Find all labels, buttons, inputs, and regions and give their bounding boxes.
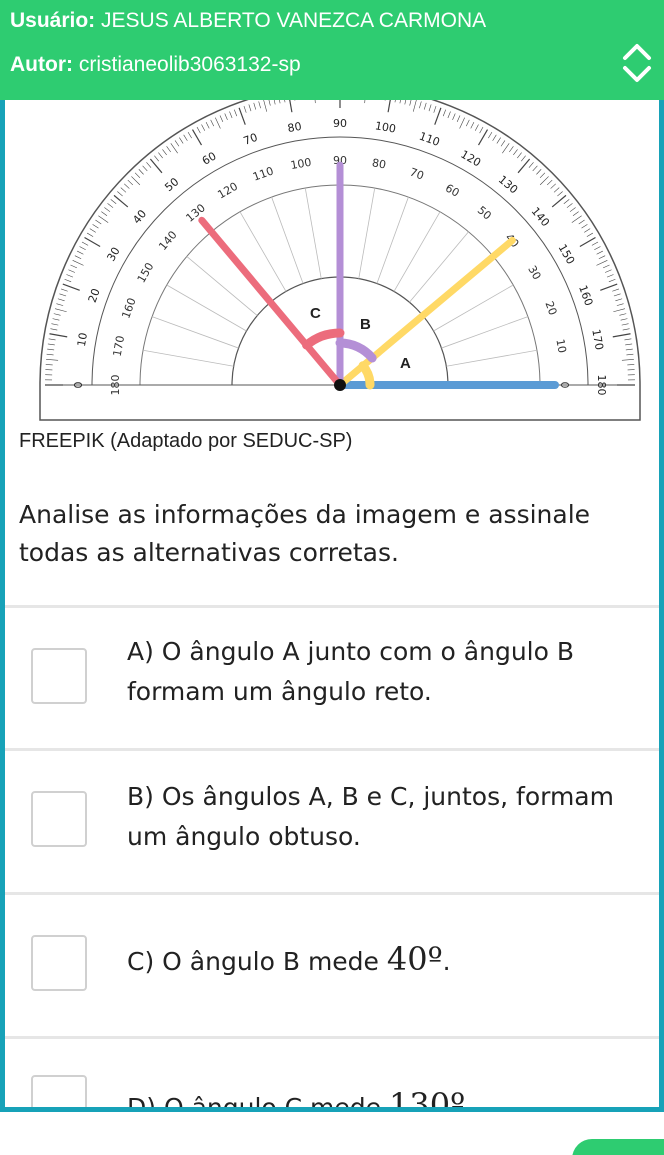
angle-label-a: A (400, 355, 411, 372)
angle-label-c: C (310, 305, 321, 322)
next-button[interactable] (572, 1139, 664, 1155)
option-d-checkbox[interactable] (31, 1075, 87, 1107)
option-a[interactable]: A) O ângulo A junto com o ângulo B forma… (5, 608, 659, 748)
option-a-text: A) O ângulo A junto com o ângulo B forma… (127, 637, 575, 706)
content-frame: 0 10 20 30 40 50 60 70 80 90 100 110 120 130 140 150 160… (0, 100, 664, 1112)
author-name: cristianeolib3063132-sp (78, 53, 301, 76)
option-a-checkbox[interactable] (31, 648, 87, 704)
inner-scale-label: 10 (553, 338, 568, 354)
protractor-diagram: 01020304050607080 90 100110120130140150160… (39, 100, 641, 421)
option-c-label: C) O ângulo B mede (127, 947, 387, 976)
option-c-checkbox[interactable] (31, 935, 87, 991)
option-d[interactable]: D) O ângulo C mede 130º (5, 1039, 659, 1112)
user-line: Usuário: JESUS ALBERTO VANEZCA CARMONA (10, 9, 486, 33)
option-b-checkbox[interactable] (31, 791, 87, 847)
option-c[interactable]: C) O ângulo B mede 40º. (5, 895, 659, 1035)
option-c-text: C) O ângulo B mede 40º. (127, 939, 637, 982)
outer-scale-label: 0 (72, 382, 85, 389)
outer-scale-label: 180 (595, 375, 608, 396)
author-line: Autor: cristianeolib3063132-sp (10, 53, 301, 77)
protractor-vertex (334, 379, 346, 391)
angle-label-b: B (360, 316, 371, 333)
inner-scale-label: 180 (109, 375, 122, 396)
outer-scale-label: 80 (287, 120, 303, 135)
option-c-after: . (442, 947, 451, 976)
option-b[interactable]: B) Os ângulos A, B e C, juntos, formam u… (5, 751, 659, 891)
question-text: Analise as informações da imagem e assin… (19, 500, 591, 567)
header-bar: Usuário: JESUS ALBERTO VANEZCA CARMONA A… (0, 0, 664, 100)
option-d-text: D) O ângulo C mede 130º (127, 1085, 637, 1112)
user-label: Usuário: (10, 9, 96, 32)
protractor-figure: 0 10 20 30 40 50 60 70 80 90 100 110 120 130 140 150 160… (5, 100, 659, 440)
outer-scale-label: 90 (333, 117, 347, 130)
image-credit: FREEPIK (Adaptado por SEDUC-SP) (19, 430, 353, 452)
option-d-label: D) O ângulo C mede (127, 1093, 389, 1112)
outer-scale-label: 10 (75, 332, 90, 348)
option-b-text: B) Os ângulos A, B e C, juntos, formam u… (127, 782, 614, 851)
author-label: Autor: (10, 53, 73, 76)
option-d-math: 130º (388, 1086, 466, 1112)
option-c-math: 40º (386, 940, 443, 978)
expand-collapse-chevrons-icon[interactable] (620, 40, 654, 86)
user-name: JESUS ALBERTO VANEZCA CARMONA (101, 9, 487, 32)
inner-scale-label: 80 (371, 156, 387, 171)
inner-scale-label: 0 (558, 382, 571, 389)
